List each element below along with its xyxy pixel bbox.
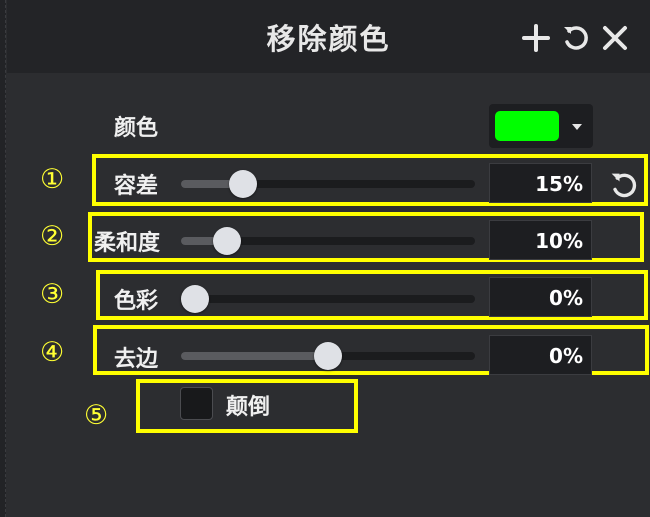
tolerance-slider-thumb[interactable] — [228, 170, 257, 198]
tolerance-reset-button[interactable] — [606, 168, 642, 204]
defringe-slider-thumb[interactable] — [314, 342, 342, 370]
invert-label: 颠倒 — [226, 395, 271, 420]
left-panel-edge — [0, 0, 6, 517]
defringe-value-field[interactable]: 0% — [489, 335, 592, 375]
plus-icon — [522, 24, 550, 52]
hue-slider[interactable] — [181, 285, 475, 313]
reset-all-button[interactable] — [560, 22, 592, 54]
softness-slider-thumb[interactable] — [212, 227, 241, 255]
rotate-ccw-icon — [564, 26, 588, 50]
chevron-down-icon — [572, 124, 582, 130]
color-swatch — [495, 111, 559, 141]
hue-value-field[interactable]: 0% — [489, 277, 592, 317]
tolerance-label: 容差 — [114, 174, 159, 199]
color-label: 颜色 — [114, 116, 159, 141]
panel-title: 移除颜色 — [266, 22, 391, 56]
softness-value-field[interactable]: 10% — [489, 220, 592, 260]
softness-label: 柔和度 — [94, 231, 161, 256]
hue-label: 色彩 — [114, 289, 159, 314]
invert-checkbox[interactable] — [180, 387, 213, 420]
defringe-label: 去边 — [114, 347, 159, 372]
tolerance-value: 15% — [535, 172, 583, 196]
hue-slider-thumb[interactable] — [181, 285, 209, 313]
tolerance-slider[interactable] — [181, 170, 475, 198]
callout-number-3: ③ — [40, 279, 65, 310]
panel-header: 移除颜色 — [7, 0, 650, 73]
softness-value: 10% — [535, 229, 583, 253]
softness-slider[interactable] — [181, 227, 475, 255]
defringe-value: 0% — [549, 344, 583, 368]
callout-number-1: ① — [40, 164, 65, 195]
add-button[interactable] — [520, 22, 552, 54]
close-button[interactable] — [599, 22, 631, 54]
callout-number-5: ⑤ — [84, 400, 109, 431]
tolerance-value-field[interactable]: 15% — [489, 163, 592, 203]
defringe-slider-fill — [181, 352, 328, 360]
callout-number-2: ② — [40, 221, 65, 252]
hue-value: 0% — [549, 286, 583, 310]
close-icon — [603, 26, 627, 50]
rotate-ccw-icon — [611, 173, 637, 198]
defringe-slider[interactable] — [181, 342, 475, 370]
callout-number-4: ④ — [40, 337, 65, 368]
color-picker-button[interactable] — [489, 104, 593, 148]
